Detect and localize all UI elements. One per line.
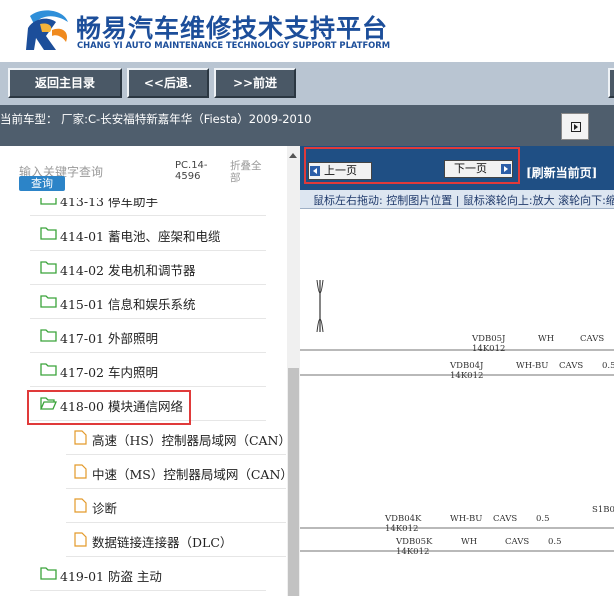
tree-item-label: 414-02 发电机和调节器 [60,263,196,278]
wire-label: 14K012 [450,371,483,381]
wire-label: CAVS [580,334,604,344]
wire-label: CAVS [505,537,529,547]
tree-item-label: 中速（MS）控制器局域网（CAN） [92,467,287,482]
back-button[interactable]: <<后退. [127,68,209,98]
wire-label: 14K012 [385,524,418,534]
viewer-nav-bar: 上一页 下一页 [刷新当前页] [300,146,614,190]
main-toolbar: 返回主目录 <<后退. >>前进 [0,62,614,105]
viewer-hint-text: 鼠标左右拖动: 控制图片位置 | 鼠标滚轮向上:放大 滚轮向下:缩小 [313,194,614,207]
connector-symbol [316,279,324,333]
toolbar-extra-button[interactable] [608,68,614,98]
tree-file-ms-can[interactable]: 中速（MS）控制器局域网（CAN） [66,455,287,489]
wire-label: 0.5 [536,514,550,524]
tree-folder-417-02[interactable]: 417-02 车内照明 [30,353,266,387]
current-vehicle-text: 当前车型： 厂家:C-长安福特新嘉年华（Fiesta）2009-2010 [0,112,312,126]
tree-item-label: 417-02 车内照明 [60,365,158,380]
folder-icon [40,295,57,308]
tree-file-dlc[interactable]: 数据链接连接器（DLC） [66,523,286,557]
panel-toggle-icon [571,122,581,132]
wire-label: CAVS [559,361,583,371]
tree-item-label: 414-01 蓄电池、座架和电缆 [60,229,221,244]
tree-item-label: 415-01 信息和娱乐系统 [60,297,196,312]
header: 畅易汽车维修技术支持平台 CHANG YI AUTO MAINTENANCE T… [0,0,614,62]
tree-folder-417-01[interactable]: 417-01 外部照明 [30,319,266,353]
tree-file-hs-can[interactable]: 高速（HS）控制器局域网（CAN） [66,421,287,455]
wire-label: 14K012 [472,344,505,354]
wire-label: VDB05K [395,537,433,547]
folder-icon [40,261,57,274]
wire-label: VDB05J [471,334,506,344]
folder-icon [40,227,57,240]
tree-item-label: 417-01 外部照明 [60,331,158,346]
tree-folder-413-13[interactable]: 413-13 停车助手 [30,198,266,216]
wire-label: VDB04K [384,514,422,524]
wire-label: WH [538,334,554,344]
viewer-hint-bar: 鼠标左右拖动: 控制图片位置 | 鼠标滚轮向上:放大 滚轮向下:缩小 [300,190,614,209]
vehicle-info-bar: 当前车型： 厂家:C-长安福特新嘉年华（Fiesta）2009-2010 [0,105,614,146]
tree-folder-415-01[interactable]: 415-01 信息和娱乐系统 [30,285,266,319]
document-icon [74,532,87,547]
splice-label: S1B0 [592,505,614,515]
left-nav-panel: 输入关键字查询 查询 PC.14-4596 折叠全部 413-13 停车助手 4… [0,146,300,596]
collapse-all-button[interactable]: 折叠全部 [230,160,270,184]
wire-label: VDB04J [449,361,484,371]
wire-label: 0.5 [602,361,614,371]
wiring-diagram[interactable]: VDB05J 14K012 WH CAVS VDB04J 14K012 WH-B… [300,210,614,596]
folder-icon [40,567,57,580]
tree-item-label: 419-01 防盗 主动 [60,569,162,584]
nav-buttons-highlight [304,147,520,184]
search-button[interactable]: 查询 [19,176,65,191]
tree-item-label: 诊断 [92,501,118,516]
folder-icon [40,198,57,205]
tree-file-diagnosis[interactable]: 诊断 [66,489,286,523]
document-icon [74,498,87,513]
wire-label: CAVS [493,514,517,524]
document-icon [74,430,87,445]
document-icon [74,464,87,479]
wire-label: 14K012 [396,547,429,557]
forward-button[interactable]: >>前进 [214,68,296,98]
selected-item-highlight [27,390,191,425]
folder-icon [40,363,57,376]
tree-folder-414-02[interactable]: 414-02 发电机和调节器 [30,251,266,285]
home-button[interactable]: 返回主目录 [8,68,122,98]
wire-label: WH-BU [450,514,482,524]
tree-item-label: 高速（HS）控制器局域网（CAN） [92,433,287,448]
tree-item-label: 413-13 停车助手 [60,198,158,209]
wire-label: WH [461,537,477,547]
scroll-up-arrow-icon[interactable] [289,153,297,158]
app-root: 畅易汽车维修技术支持平台 CHANG YI AUTO MAINTENANCE T… [0,0,614,596]
pc-code-label: PC.14-4596 [175,160,208,182]
brand-logo-icon [26,10,68,50]
wire-label: WH-BU [516,361,548,371]
refresh-page-button[interactable]: [刷新当前页] [526,164,597,181]
wire-label: 0.5 [548,537,562,547]
tree-folder-419-01[interactable]: 419-01 防盗 主动 [30,557,266,591]
folder-icon [40,329,57,342]
platform-subtitle: CHANG YI AUTO MAINTENANCE TECHNOLOGY SUP… [77,40,391,50]
scroll-thumb[interactable] [288,368,299,596]
diagram-viewer: 上一页 下一页 [刷新当前页] 鼠标左右拖动: 控制图片位置 | 鼠标滚轮向上:… [300,146,614,596]
tree-scrollbar[interactable] [287,146,300,596]
toggle-panel-button[interactable] [561,113,589,140]
tree-item-label: 数据链接连接器（DLC） [92,535,233,550]
tree-folder-414-01[interactable]: 414-01 蓄电池、座架和电缆 [30,217,266,251]
